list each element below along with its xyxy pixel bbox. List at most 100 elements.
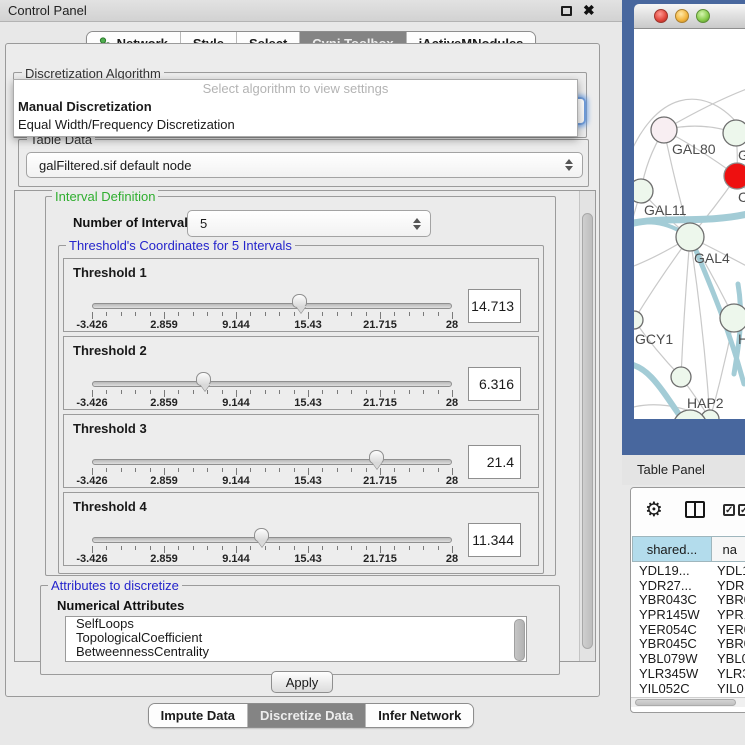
- network-node-ga[interactable]: [723, 120, 745, 146]
- slider-tick: [193, 390, 194, 394]
- slider-tick-label: 21.715: [350, 319, 410, 331]
- threshold-label: Threshold 3: [73, 421, 147, 436]
- network-node-gal4[interactable]: [676, 223, 704, 251]
- cell-name: YIL0: [717, 681, 744, 696]
- table-row[interactable]: YIL052CYIL0: [631, 681, 745, 696]
- number-of-intervals-value: 5: [200, 216, 207, 231]
- slider-tick: [250, 468, 251, 472]
- close-icon[interactable]: ✖: [583, 2, 595, 19]
- table-data-combobox[interactable]: galFiltered.sif default node: [26, 152, 583, 178]
- scrollbar-thumb[interactable]: [582, 213, 593, 649]
- slider-tick: [279, 468, 280, 472]
- threshold-panel-4: Threshold 4-3.4262.8599.14415.4321.71528…: [63, 492, 539, 566]
- checkbox-icon[interactable]: ✓: [738, 504, 745, 516]
- network-node-gal80[interactable]: [651, 117, 677, 143]
- network-window-titlebar[interactable]: [634, 4, 745, 29]
- attribute-item-topologicalcoefficient[interactable]: TopologicalCoefficient: [66, 631, 526, 645]
- checkbox-icon[interactable]: ✓: [723, 504, 735, 516]
- application-root: Control Panel ✖ NetworkStyleSelectCyni T…: [0, 0, 745, 745]
- table-row[interactable]: YPR145WYPR1: [631, 607, 745, 622]
- thresholds-group-title: Threshold's Coordinates for 5 Intervals: [66, 238, 295, 253]
- slider-tick: [150, 390, 151, 394]
- network-node-hap2[interactable]: [671, 367, 691, 387]
- number-of-intervals-combobox[interactable]: 5: [187, 210, 431, 237]
- slider-tick: [351, 312, 352, 316]
- attribute-item-selfloops[interactable]: SelfLoops: [66, 617, 526, 631]
- slider-thumb[interactable]: [196, 372, 211, 386]
- numerical-attributes-list[interactable]: SelfLoopsTopologicalCoefficientBetweenne…: [65, 616, 527, 662]
- cell-name: YBR0: [717, 592, 745, 607]
- table-row[interactable]: YDR27...YDR2: [631, 578, 745, 593]
- tab-infer-network[interactable]: Infer Network: [365, 704, 473, 727]
- slider-track[interactable]: [92, 303, 452, 309]
- table-header-row: shared... na: [631, 536, 745, 562]
- table-row[interactable]: YBR045CYBR0: [631, 636, 745, 651]
- float-window-icon[interactable]: [561, 6, 572, 16]
- dropdown-option-manual[interactable]: Manual Discretization: [14, 98, 577, 116]
- slider-tick: [265, 468, 266, 472]
- slider-tick-label: 21.715: [350, 553, 410, 565]
- slider-tick: [135, 390, 136, 394]
- slider-track[interactable]: [92, 459, 452, 465]
- attribute-item-betweennesscentrality[interactable]: BetweennessCentrality: [66, 645, 526, 659]
- column-header-shared-name[interactable]: shared...: [632, 536, 712, 562]
- network-view-canvas[interactable]: GAL80GACGAL11GAL4GCY1HHAP2: [634, 29, 745, 419]
- close-traffic-light[interactable]: [654, 9, 668, 23]
- threshold-value-field[interactable]: 11.344: [468, 523, 521, 557]
- slider-tick-label: 15.43: [278, 553, 338, 565]
- network-node-gal11[interactable]: [634, 179, 653, 203]
- slider-tick-label: 21.715: [350, 475, 410, 487]
- slider-tick: [135, 312, 136, 316]
- gear-icon[interactable]: ⚙: [645, 497, 663, 521]
- slider-track[interactable]: [92, 381, 452, 387]
- minimize-traffic-light[interactable]: [675, 9, 689, 23]
- tab-impute-data[interactable]: Impute Data: [149, 704, 247, 727]
- table-row[interactable]: YER054CYER0: [631, 622, 745, 637]
- table-row[interactable]: YDL19...YDL1: [631, 563, 745, 578]
- dropdown-option-equalwidth[interactable]: Equal Width/Frequency Discretization: [14, 116, 577, 134]
- apply-button[interactable]: Apply: [271, 671, 333, 693]
- dropdown-option-placeholder[interactable]: Select algorithm to view settings: [14, 80, 577, 98]
- slider-tick: [178, 546, 179, 550]
- slider-tick: [337, 312, 338, 316]
- slider-track[interactable]: [92, 537, 452, 543]
- slider-thumb[interactable]: [254, 528, 269, 542]
- vertical-scrollbar[interactable]: [579, 191, 595, 661]
- slider-tick: [222, 468, 223, 472]
- slider-tick-label: 15.43: [278, 319, 338, 331]
- tab-discretize-data[interactable]: Discretize Data: [247, 704, 365, 727]
- slider-tick: [265, 390, 266, 394]
- list-scrollbar-thumb[interactable]: [514, 619, 525, 661]
- zoom-traffic-light[interactable]: [696, 9, 710, 23]
- horizontal-scrollbar[interactable]: [631, 697, 745, 707]
- column-layout-icon[interactable]: [685, 501, 705, 518]
- slider-thumb[interactable]: [369, 450, 384, 464]
- slider-tick: [322, 312, 323, 316]
- threshold-value-field[interactable]: 6.316: [468, 367, 521, 401]
- slider-tick: [150, 546, 151, 550]
- slider-tick: [294, 390, 295, 394]
- slider-tick-label: -3.426: [62, 553, 122, 565]
- column-header-name[interactable]: na: [712, 536, 745, 562]
- threshold-value-field[interactable]: 21.4: [468, 445, 521, 479]
- table-row[interactable]: YLR345WYLR3: [631, 666, 745, 681]
- slider-tick: [294, 312, 295, 316]
- network-node-c[interactable]: [724, 163, 745, 189]
- slider-tick: [337, 390, 338, 394]
- network-node-h[interactable]: [720, 304, 745, 332]
- scrollbar-thumb[interactable]: [635, 699, 736, 706]
- cell-name: YDR2: [717, 578, 745, 593]
- slider-tick: [250, 312, 251, 316]
- slider-tick-label: 15.43: [278, 475, 338, 487]
- slider-tick: [337, 468, 338, 472]
- network-node-gcy1[interactable]: [634, 311, 643, 329]
- table-row[interactable]: YBR043CYBR0: [631, 592, 745, 607]
- threshold-value-field[interactable]: 14.713: [468, 289, 521, 323]
- table-row[interactable]: YBL079WYBL0: [631, 651, 745, 666]
- slider-tick-label: 2.859: [134, 319, 194, 331]
- cell-shared-name: YER054C: [639, 622, 697, 637]
- combo-stepper-icon: [413, 218, 421, 230]
- slider-tick-label: 9.144: [206, 319, 266, 331]
- slider-tick: [193, 468, 194, 472]
- slider-thumb[interactable]: [292, 294, 307, 308]
